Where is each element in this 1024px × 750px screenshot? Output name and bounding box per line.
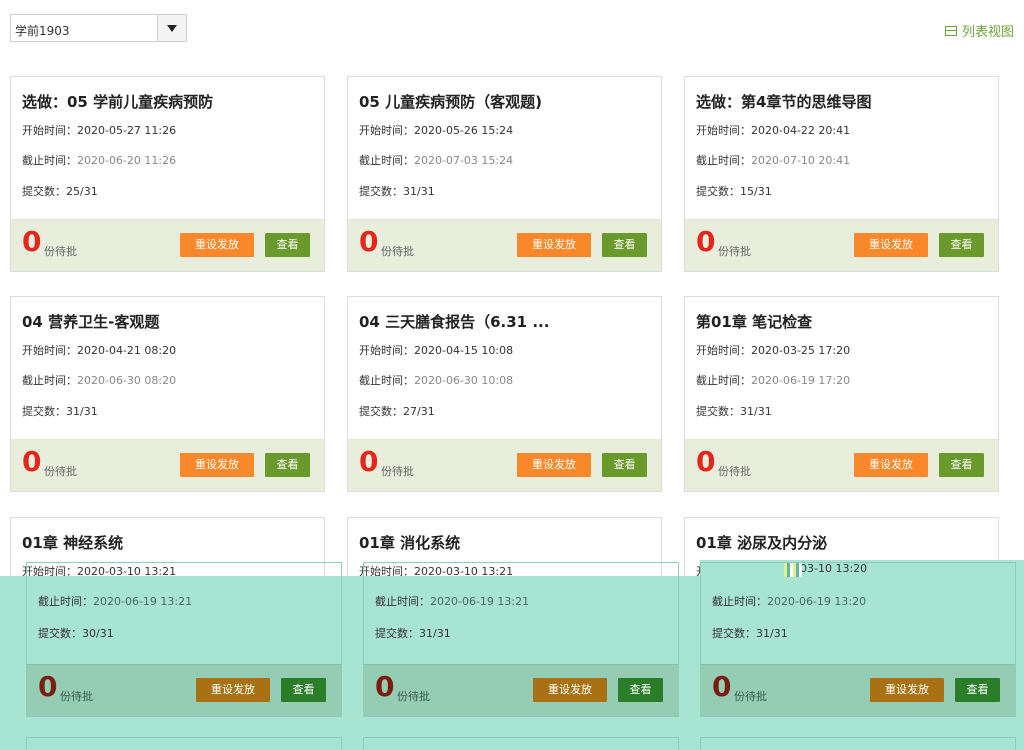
- card-footer: 0 份待批 重设发放 查看: [685, 219, 998, 271]
- card-title: 第01章 笔记检查: [696, 313, 813, 331]
- reset-release-button[interactable]: 重设发放: [870, 678, 944, 702]
- pending-count: 0: [38, 670, 58, 703]
- deadline: 截止时间：2020-06-30 10:08: [359, 374, 514, 387]
- deadline: 截止时间：2020-06-19 13:21: [375, 595, 530, 608]
- card-title: 选做：05 学前儿童疾病预防: [22, 93, 214, 111]
- reset-release-button[interactable]: 重设发放: [533, 678, 607, 702]
- class-select[interactable]: 学前1903: [10, 14, 187, 42]
- start-time: 开始时间：2020-04-21 08:20: [22, 344, 177, 357]
- homework-card-overlay[interactable]: 截止时间：2020-06-19 13:20 提交数：31/31 0 份待批 重设…: [700, 562, 1016, 717]
- start-time: 开始时间：2020-05-27 11:26: [22, 124, 177, 137]
- submission-count: 提交数：31/31: [712, 627, 788, 640]
- deadline: 截止时间：2020-06-19 13:20: [712, 595, 867, 608]
- card-footer: 0 份待批 重设发放 查看: [11, 219, 324, 271]
- start-time: 开始时间：2020-04-15 10:08: [359, 344, 514, 357]
- pending-count: 0: [696, 225, 716, 258]
- view-button[interactable]: 查看: [602, 453, 647, 477]
- deadline: 截止时间：2020-06-19 17:20: [696, 374, 851, 387]
- view-button[interactable]: 查看: [602, 233, 647, 257]
- homework-card[interactable]: 选做：05 学前儿童疾病预防 开始时间：2020-05-27 11:26 截止时…: [10, 76, 325, 272]
- homework-card[interactable]: 04 三天膳食报告（6.31 ... 开始时间：2020-04-15 10:08…: [347, 296, 662, 492]
- view-button[interactable]: 查看: [265, 233, 310, 257]
- pending-label: 份待批: [718, 245, 751, 258]
- card-title: 04 营养卫生-客观题: [22, 313, 160, 331]
- submission-count: 提交数：31/31: [22, 405, 98, 418]
- pending-count: 0: [375, 670, 395, 703]
- reset-release-button[interactable]: 重设发放: [517, 233, 591, 257]
- start-time: 开始时间：2020-03-25 17:20: [696, 344, 851, 357]
- pending-label: 份待批: [381, 465, 414, 478]
- pending-label: 份待批: [718, 465, 751, 478]
- view-button[interactable]: 查看: [939, 233, 984, 257]
- card-title: 01章 泌尿及内分泌: [696, 534, 828, 552]
- submission-count: 提交数：30/31: [38, 627, 114, 640]
- homework-card-overlay[interactable]: 截止时间：2020-06-19 13:21 提交数：30/31 0 份待批 重设…: [26, 562, 342, 717]
- submission-count: 提交数：27/31: [359, 405, 435, 418]
- start-time: 开始时间：2020-05-26 15:24: [359, 124, 514, 137]
- next-card-edge: [363, 737, 679, 750]
- reset-release-button[interactable]: 重设发放: [517, 453, 591, 477]
- reset-release-button[interactable]: 重设发放: [196, 678, 270, 702]
- view-button[interactable]: 查看: [939, 453, 984, 477]
- view-button[interactable]: 查看: [955, 678, 1000, 702]
- reset-release-button[interactable]: 重设发放: [854, 233, 928, 257]
- submission-count: 提交数：25/31: [22, 185, 98, 198]
- card-title: 05 儿童疾病预防（客观题): [359, 93, 542, 111]
- pending-count: 0: [22, 225, 42, 258]
- chevron-down-icon[interactable]: [157, 15, 186, 41]
- card-footer: 0 份待批 重设发放 查看: [27, 664, 341, 716]
- pending-count: 0: [359, 225, 379, 258]
- pending-label: 份待批: [60, 690, 93, 703]
- card-title: 选做：第4章节的思维导图: [696, 93, 872, 111]
- homework-card[interactable]: 04 营养卫生-客观题 开始时间：2020-04-21 08:20 截止时间：2…: [10, 296, 325, 492]
- view-button[interactable]: 查看: [618, 678, 663, 702]
- deadline: 截止时间：2020-07-03 15:24: [359, 154, 514, 167]
- reset-release-button[interactable]: 重设发放: [180, 233, 254, 257]
- submission-count: 提交数：15/31: [696, 185, 772, 198]
- card-footer: 0 份待批 重设发放 查看: [364, 664, 678, 716]
- deadline: 截止时间：2020-07-10 20:41: [696, 154, 851, 167]
- view-button[interactable]: 查看: [265, 453, 310, 477]
- view-button[interactable]: 查看: [281, 678, 326, 702]
- pending-label: 份待批: [381, 245, 414, 258]
- homework-card-overlay[interactable]: 截止时间：2020-06-19 13:21 提交数：31/31 0 份待批 重设…: [363, 562, 679, 717]
- homework-card[interactable]: 第01章 笔记检查 开始时间：2020-03-25 17:20 截止时间：202…: [684, 296, 999, 492]
- pending-count: 0: [359, 445, 379, 478]
- submission-count: 提交数：31/31: [696, 405, 772, 418]
- list-view-toggle[interactable]: 列表视图: [944, 21, 1014, 40]
- card-footer: 0 份待批 重设发放 查看: [348, 219, 661, 271]
- pending-label: 份待批: [734, 690, 767, 703]
- pending-label: 份待批: [44, 465, 77, 478]
- deadline: 截止时间：2020-06-19 13:21: [38, 595, 193, 608]
- reset-release-button[interactable]: 重设发放: [180, 453, 254, 477]
- card-footer: 0 份待批 重设发放 查看: [11, 439, 324, 491]
- start-time: 开始时间：2020-04-22 20:41: [696, 124, 851, 137]
- drag-overlay: 03-10 13:20 截止时间：2020-06-19 13:21 提交数：30…: [0, 560, 1024, 750]
- list-icon: [944, 25, 957, 36]
- card-footer: 0 份待批 重设发放 查看: [701, 664, 1015, 716]
- homework-card[interactable]: 选做：第4章节的思维导图 开始时间：2020-04-22 20:41 截止时间：…: [684, 76, 999, 272]
- pending-count: 0: [22, 445, 42, 478]
- pending-count: 0: [712, 670, 732, 703]
- deadline: 截止时间：2020-06-20 11:26: [22, 154, 177, 167]
- class-select-value: 学前1903: [15, 24, 70, 38]
- card-title: 01章 消化系统: [359, 534, 461, 552]
- submission-count: 提交数：31/31: [359, 185, 435, 198]
- reset-release-button[interactable]: 重设发放: [854, 453, 928, 477]
- homework-card[interactable]: 05 儿童疾病预防（客观题) 开始时间：2020-05-26 15:24 截止时…: [347, 76, 662, 272]
- pending-count: 0: [696, 445, 716, 478]
- next-card-edge: [26, 737, 342, 750]
- list-view-label: 列表视图: [961, 25, 1014, 40]
- deadline: 截止时间：2020-06-30 08:20: [22, 374, 177, 387]
- next-card-edge: [700, 737, 1016, 750]
- pending-label: 份待批: [397, 690, 430, 703]
- card-title: 04 三天膳食报告（6.31 ...: [359, 313, 550, 331]
- card-title: 01章 神经系统: [22, 534, 124, 552]
- card-footer: 0 份待批 重设发放 查看: [348, 439, 661, 491]
- pending-label: 份待批: [44, 245, 77, 258]
- submission-count: 提交数：31/31: [375, 627, 451, 640]
- card-footer: 0 份待批 重设发放 查看: [685, 439, 998, 491]
